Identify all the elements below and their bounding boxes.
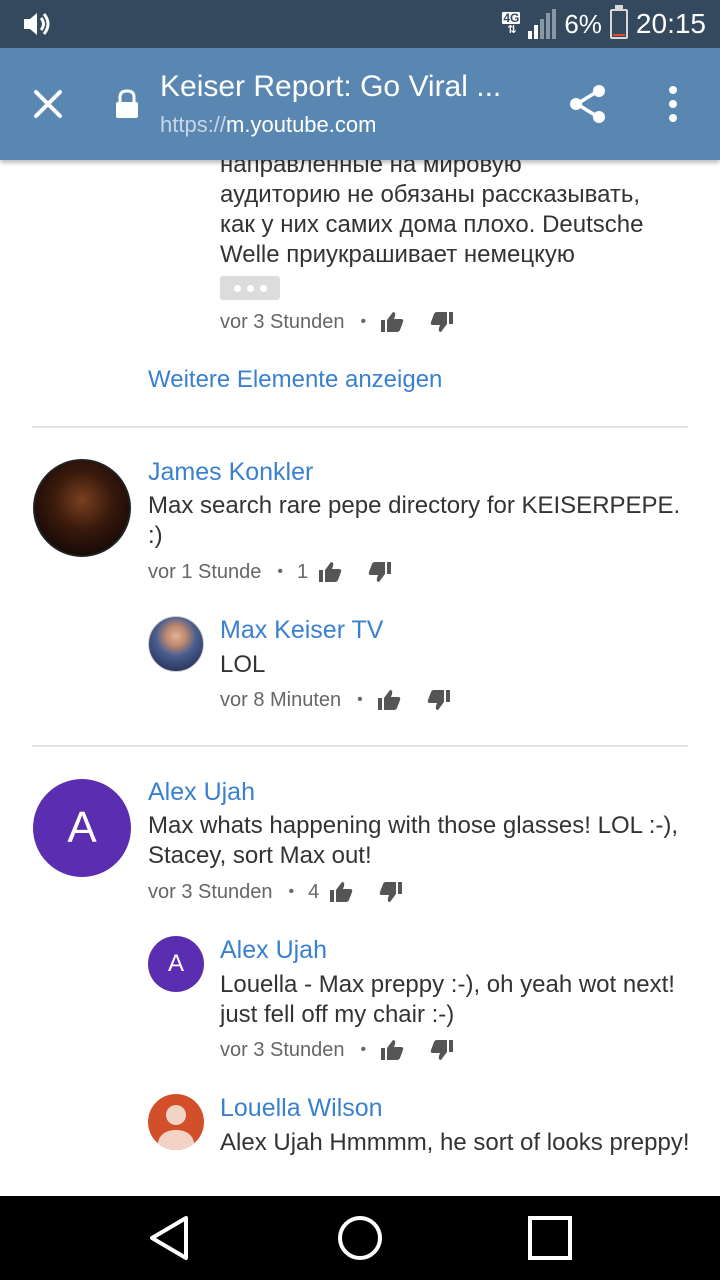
thumbs-up-icon[interactable]: [380, 1039, 404, 1061]
status-bar: 4G ⇅ 6% 20:15: [0, 0, 720, 48]
battery-percent: 6%: [564, 8, 602, 39]
divider: [32, 426, 688, 428]
avatar[interactable]: A: [148, 936, 204, 992]
expand-text-button[interactable]: [220, 276, 280, 300]
avatar[interactable]: [33, 459, 131, 557]
thumbs-down-icon[interactable]: [427, 689, 451, 711]
comment-author[interactable]: Louella Wilson: [220, 1094, 383, 1123]
network-type: 4G ⇅: [502, 11, 521, 36]
navigation-bar: [0, 1196, 720, 1280]
thumbs-up-icon[interactable]: [318, 561, 342, 583]
comment-meta: vor 3 Stunden • 4: [148, 877, 403, 907]
browser-toolbar: Keiser Report: Go Viral ... https://m.yo…: [0, 48, 720, 160]
thumbs-up-icon[interactable]: [380, 311, 404, 333]
comment-text: Louella - Max preppy :-), oh yeah wot ne…: [220, 971, 675, 1028]
page-title[interactable]: Keiser Report: Go Viral ...: [160, 70, 520, 104]
like-count: 4: [308, 880, 320, 903]
comment-text: Max whats happening with those glasses! …: [148, 812, 679, 869]
battery-icon: [609, 5, 628, 39]
page-url[interactable]: https://m.youtube.com: [160, 112, 376, 138]
share-icon[interactable]: [566, 82, 610, 126]
comment-time: vor 3 Stunden: [220, 310, 345, 333]
thumbs-up-icon[interactable]: [377, 689, 401, 711]
comment-meta: vor 1 Stunde • 1: [148, 557, 392, 587]
avatar[interactable]: A: [33, 779, 131, 877]
comment-author[interactable]: Max Keiser TV: [220, 616, 383, 645]
comment-time: vor 8 Minuten: [220, 688, 342, 711]
recents-icon[interactable]: [526, 1214, 574, 1262]
comment-time: vor 1 Stunde: [148, 560, 262, 583]
thumbs-up-icon[interactable]: [329, 881, 353, 903]
avatar[interactable]: [148, 616, 204, 672]
comment-text: направленные на мировую аудиторию не обя…: [220, 160, 644, 268]
signal-icon: [528, 9, 557, 39]
comment-author[interactable]: James Konkler: [148, 458, 313, 487]
thumbs-down-icon[interactable]: [368, 561, 392, 583]
avatar[interactable]: [148, 1094, 204, 1150]
volume-icon: [22, 10, 52, 43]
more-vert-icon[interactable]: [658, 82, 688, 126]
comments-list[interactable]: направленные на мировую аудиторию не обя…: [0, 160, 720, 1196]
back-icon[interactable]: [146, 1214, 194, 1262]
lock-icon: [114, 88, 140, 120]
thumbs-down-icon[interactable]: [430, 311, 454, 333]
comment-text: Max search rare pepe directory for KEISE…: [148, 492, 681, 549]
default-user-icon: [157, 1105, 195, 1150]
home-icon[interactable]: [336, 1214, 384, 1262]
comment-author[interactable]: Alex Ujah: [220, 936, 327, 965]
thumbs-down-icon[interactable]: [430, 1039, 454, 1061]
comment-meta: vor 8 Minuten •: [220, 685, 451, 715]
comment-text: LOL: [220, 651, 266, 678]
comment-text: Alex Ujah Hmmmm, he sort of looks preppy…: [220, 1129, 690, 1156]
clock: 20:15: [635, 8, 706, 39]
comment-time: vor 3 Stunden: [148, 880, 273, 903]
comment-author[interactable]: Alex Ujah: [148, 778, 255, 807]
comment-meta: vor 3 Stunden •: [220, 1035, 454, 1065]
comment-meta: vor 3 Stunden •: [220, 307, 454, 337]
divider: [32, 745, 688, 747]
comment-time: vor 3 Stunden: [220, 1038, 345, 1061]
like-count: 1: [297, 560, 309, 583]
thumbs-down-icon[interactable]: [379, 881, 403, 903]
show-more-replies-link[interactable]: Weitere Elemente anzeigen: [148, 366, 442, 394]
close-icon[interactable]: [28, 84, 68, 124]
